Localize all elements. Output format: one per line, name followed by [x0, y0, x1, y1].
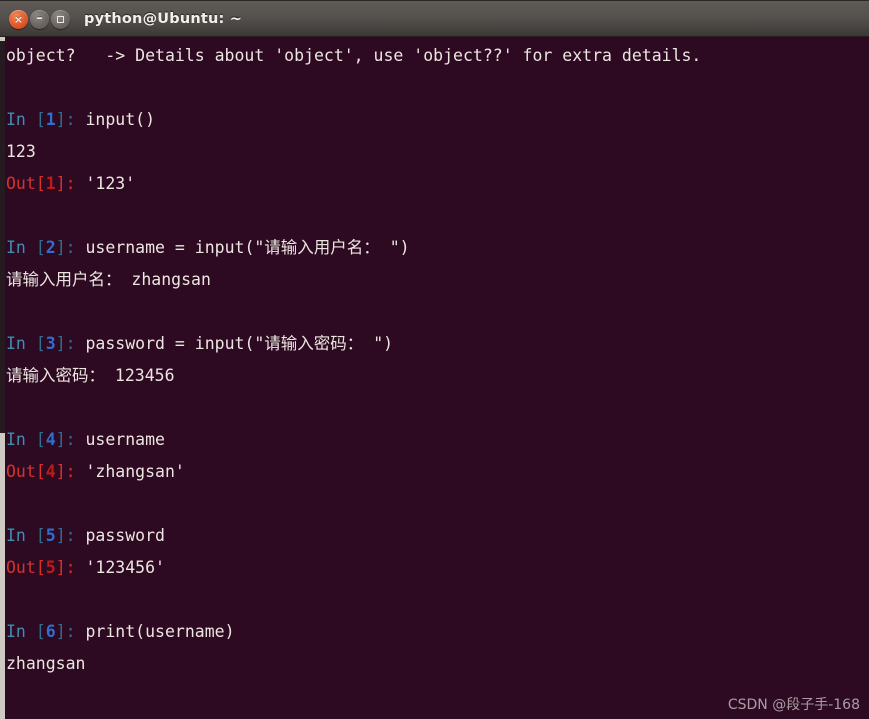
terminal-input-line: In [2]: username = input("请输入用户名： ")	[6, 232, 869, 264]
close-icon: ×	[13, 12, 24, 26]
help-text: object? -> Details about 'object', use '…	[6, 46, 702, 65]
terminal-output-line: Out[4]: 'zhangsan'	[6, 456, 869, 488]
terminal-input-line: In [3]: password = input("请输入密码： ")	[6, 328, 869, 360]
out-prompt-number: 4	[45, 462, 56, 481]
out-prompt-bracket-open: [	[35, 558, 46, 577]
in-prompt-bracket-open: [	[35, 430, 46, 449]
minimize-icon: –	[36, 10, 43, 26]
out-prompt-label: Out	[6, 462, 36, 481]
scrollbar-thumb-top[interactable]	[0, 37, 5, 41]
in-code: print(username)	[85, 622, 235, 641]
in-code: input()	[85, 110, 156, 129]
terminal-input-line: In [5]: password	[6, 520, 869, 552]
terminal-scrollbar[interactable]	[0, 37, 5, 719]
terminal-input-line: In [1]: input()	[6, 104, 869, 136]
minimize-button[interactable]: –	[30, 9, 49, 29]
out-prompt-bracket-open: [	[35, 462, 46, 481]
out-value: '123456'	[85, 558, 165, 577]
maximize-button[interactable]	[51, 9, 70, 29]
in-prompt-label: In	[6, 238, 36, 257]
terminal-stdout-line: zhangsan	[6, 648, 869, 680]
out-prompt-bracket-close: ]:	[55, 558, 86, 577]
in-prompt-label: In	[6, 622, 36, 641]
in-code: password = input("请输入密码： ")	[85, 334, 394, 353]
terminal-stdout-line: 123	[6, 136, 869, 168]
in-prompt-bracket-open: [	[35, 110, 46, 129]
in-prompt-number: 5	[45, 526, 56, 545]
out-prompt-bracket-close: ]:	[55, 462, 86, 481]
out-value: 'zhangsan'	[85, 462, 185, 481]
terminal-stdout-line: 请输入密码： 123456	[6, 360, 869, 392]
out-prompt-label: Out	[6, 174, 36, 193]
in-prompt-number: 3	[45, 334, 56, 353]
out-prompt-bracket-close: ]:	[55, 174, 86, 193]
in-prompt-label: In	[6, 334, 36, 353]
terminal-help-line: object? -> Details about 'object', use '…	[6, 40, 869, 72]
in-prompt-bracket-close: ]:	[55, 526, 86, 545]
maximize-icon	[57, 15, 64, 23]
out-prompt-number: 1	[45, 174, 56, 193]
in-prompt-label: In	[6, 526, 36, 545]
in-prompt-bracket-close: ]:	[55, 334, 86, 353]
out-prompt-bracket-open: [	[35, 174, 46, 193]
in-code: password	[85, 526, 165, 545]
out-value: '123'	[85, 174, 136, 193]
in-prompt-bracket-close: ]:	[55, 110, 86, 129]
out-prompt-label: Out	[6, 558, 36, 577]
in-prompt-label: In	[6, 110, 36, 129]
in-code: username	[85, 430, 165, 449]
in-prompt-number: 4	[45, 430, 56, 449]
in-code: username = input("请输入用户名： ")	[85, 238, 410, 257]
in-prompt-number: 1	[45, 110, 56, 129]
stdout-text: 123	[6, 142, 36, 161]
in-prompt-bracket-close: ]:	[55, 238, 86, 257]
stdout-text: 请输入用户名： zhangsan	[6, 270, 211, 289]
window-controls: × –	[9, 9, 70, 29]
terminal-output-line: Out[5]: '123456'	[6, 552, 869, 584]
in-prompt-bracket-close: ]:	[55, 622, 86, 641]
scrollbar-thumb[interactable]	[0, 432, 5, 719]
in-prompt-number: 6	[45, 622, 56, 641]
in-prompt-bracket-open: [	[35, 622, 46, 641]
terminal-body[interactable]: object? -> Details about 'object', use '…	[0, 37, 869, 719]
terminal-input-line: In [6]: print(username)	[6, 616, 869, 648]
in-prompt-number: 2	[45, 238, 56, 257]
terminal-input-line: In [4]: username	[6, 424, 869, 456]
in-prompt-bracket-open: [	[35, 334, 46, 353]
in-prompt-bracket-open: [	[35, 238, 46, 257]
in-prompt-bracket-close: ]:	[55, 430, 86, 449]
window-title: python@Ubuntu: ~	[84, 11, 243, 27]
watermark: CSDN @段子手-168	[727, 697, 860, 713]
stdout-text: 请输入密码： 123456	[6, 366, 175, 385]
in-prompt-bracket-open: [	[35, 526, 46, 545]
out-prompt-number: 5	[45, 558, 56, 577]
window-titlebar[interactable]: × – python@Ubuntu: ~	[0, 0, 869, 37]
stdout-text: zhangsan	[6, 654, 86, 673]
in-prompt-label: In	[6, 430, 36, 449]
terminal-output: object? -> Details about 'object', use '…	[6, 40, 869, 719]
terminal-stdout-line: 请输入用户名： zhangsan	[6, 264, 869, 296]
terminal-output-line: Out[1]: '123'	[6, 168, 869, 200]
close-button[interactable]: ×	[9, 9, 28, 29]
terminal-window: × – python@Ubuntu: ~ object? -> Details …	[0, 0, 869, 719]
